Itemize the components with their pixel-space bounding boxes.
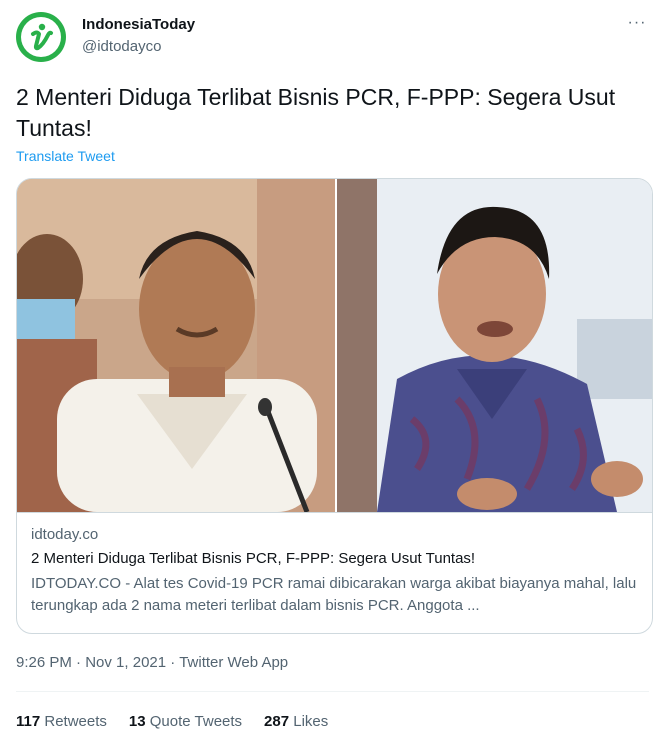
tweet-header: IndonesiaToday @idtodayco ··· [16,12,649,62]
tweet-stats: 117 Retweets 13 Quote Tweets 287 Likes [16,713,328,730]
quotes-count: 13 [128,713,146,730]
tweet-meta: 9:26 PM · Nov 1, 2021 · Twitter Web App [16,654,288,671]
tweet-time[interactable]: 9:26 PM [16,654,72,671]
card-title: 2 Menteri Diduga Terlibat Bisnis PCR, F-… [31,550,476,567]
link-card[interactable]: idtoday.co 2 Menteri Diduga Terlibat Bis… [16,178,653,634]
meta-separator: · [170,654,176,671]
user-handle[interactable]: @idtodayco [82,37,195,57]
divider [16,691,649,692]
translate-tweet-link[interactable]: Translate Tweet [16,148,115,164]
meta-separator: · [76,654,82,671]
tweet-text: 2 Menteri Diduga Terlibat Bisnis PCR, F-… [16,84,616,141]
retweets-stat[interactable]: 117 Retweets [16,713,107,730]
card-body[interactable]: idtoday.co 2 Menteri Diduga Terlibat Bis… [17,512,652,633]
likes-count: 287 [264,713,290,730]
card-description: IDTODAY.CO - Alat tes Covid-19 PCR ramai… [31,575,637,614]
indonesiatoday-logo-icon [21,17,61,57]
tweet-date[interactable]: Nov 1, 2021 [85,654,166,671]
card-domain: idtoday.co [31,526,99,543]
display-name[interactable]: IndonesiaToday [82,15,195,35]
avatar[interactable] [16,12,66,62]
likes-label: Likes [293,713,329,730]
more-options-button[interactable]: ··· [625,14,649,34]
tweet-source[interactable]: Twitter Web App [179,654,288,671]
quote-tweets-stat[interactable]: 13 Quote Tweets [129,713,242,730]
retweets-label: Retweets [44,713,107,730]
card-image[interactable] [17,179,653,512]
quotes-label: Quote Tweets [149,713,243,730]
likes-stat[interactable]: 287 Likes [264,713,328,730]
user-info: IndonesiaToday @idtodayco [82,15,195,57]
more-horizontal-icon: ··· [627,14,647,31]
retweets-count: 117 [16,713,41,730]
